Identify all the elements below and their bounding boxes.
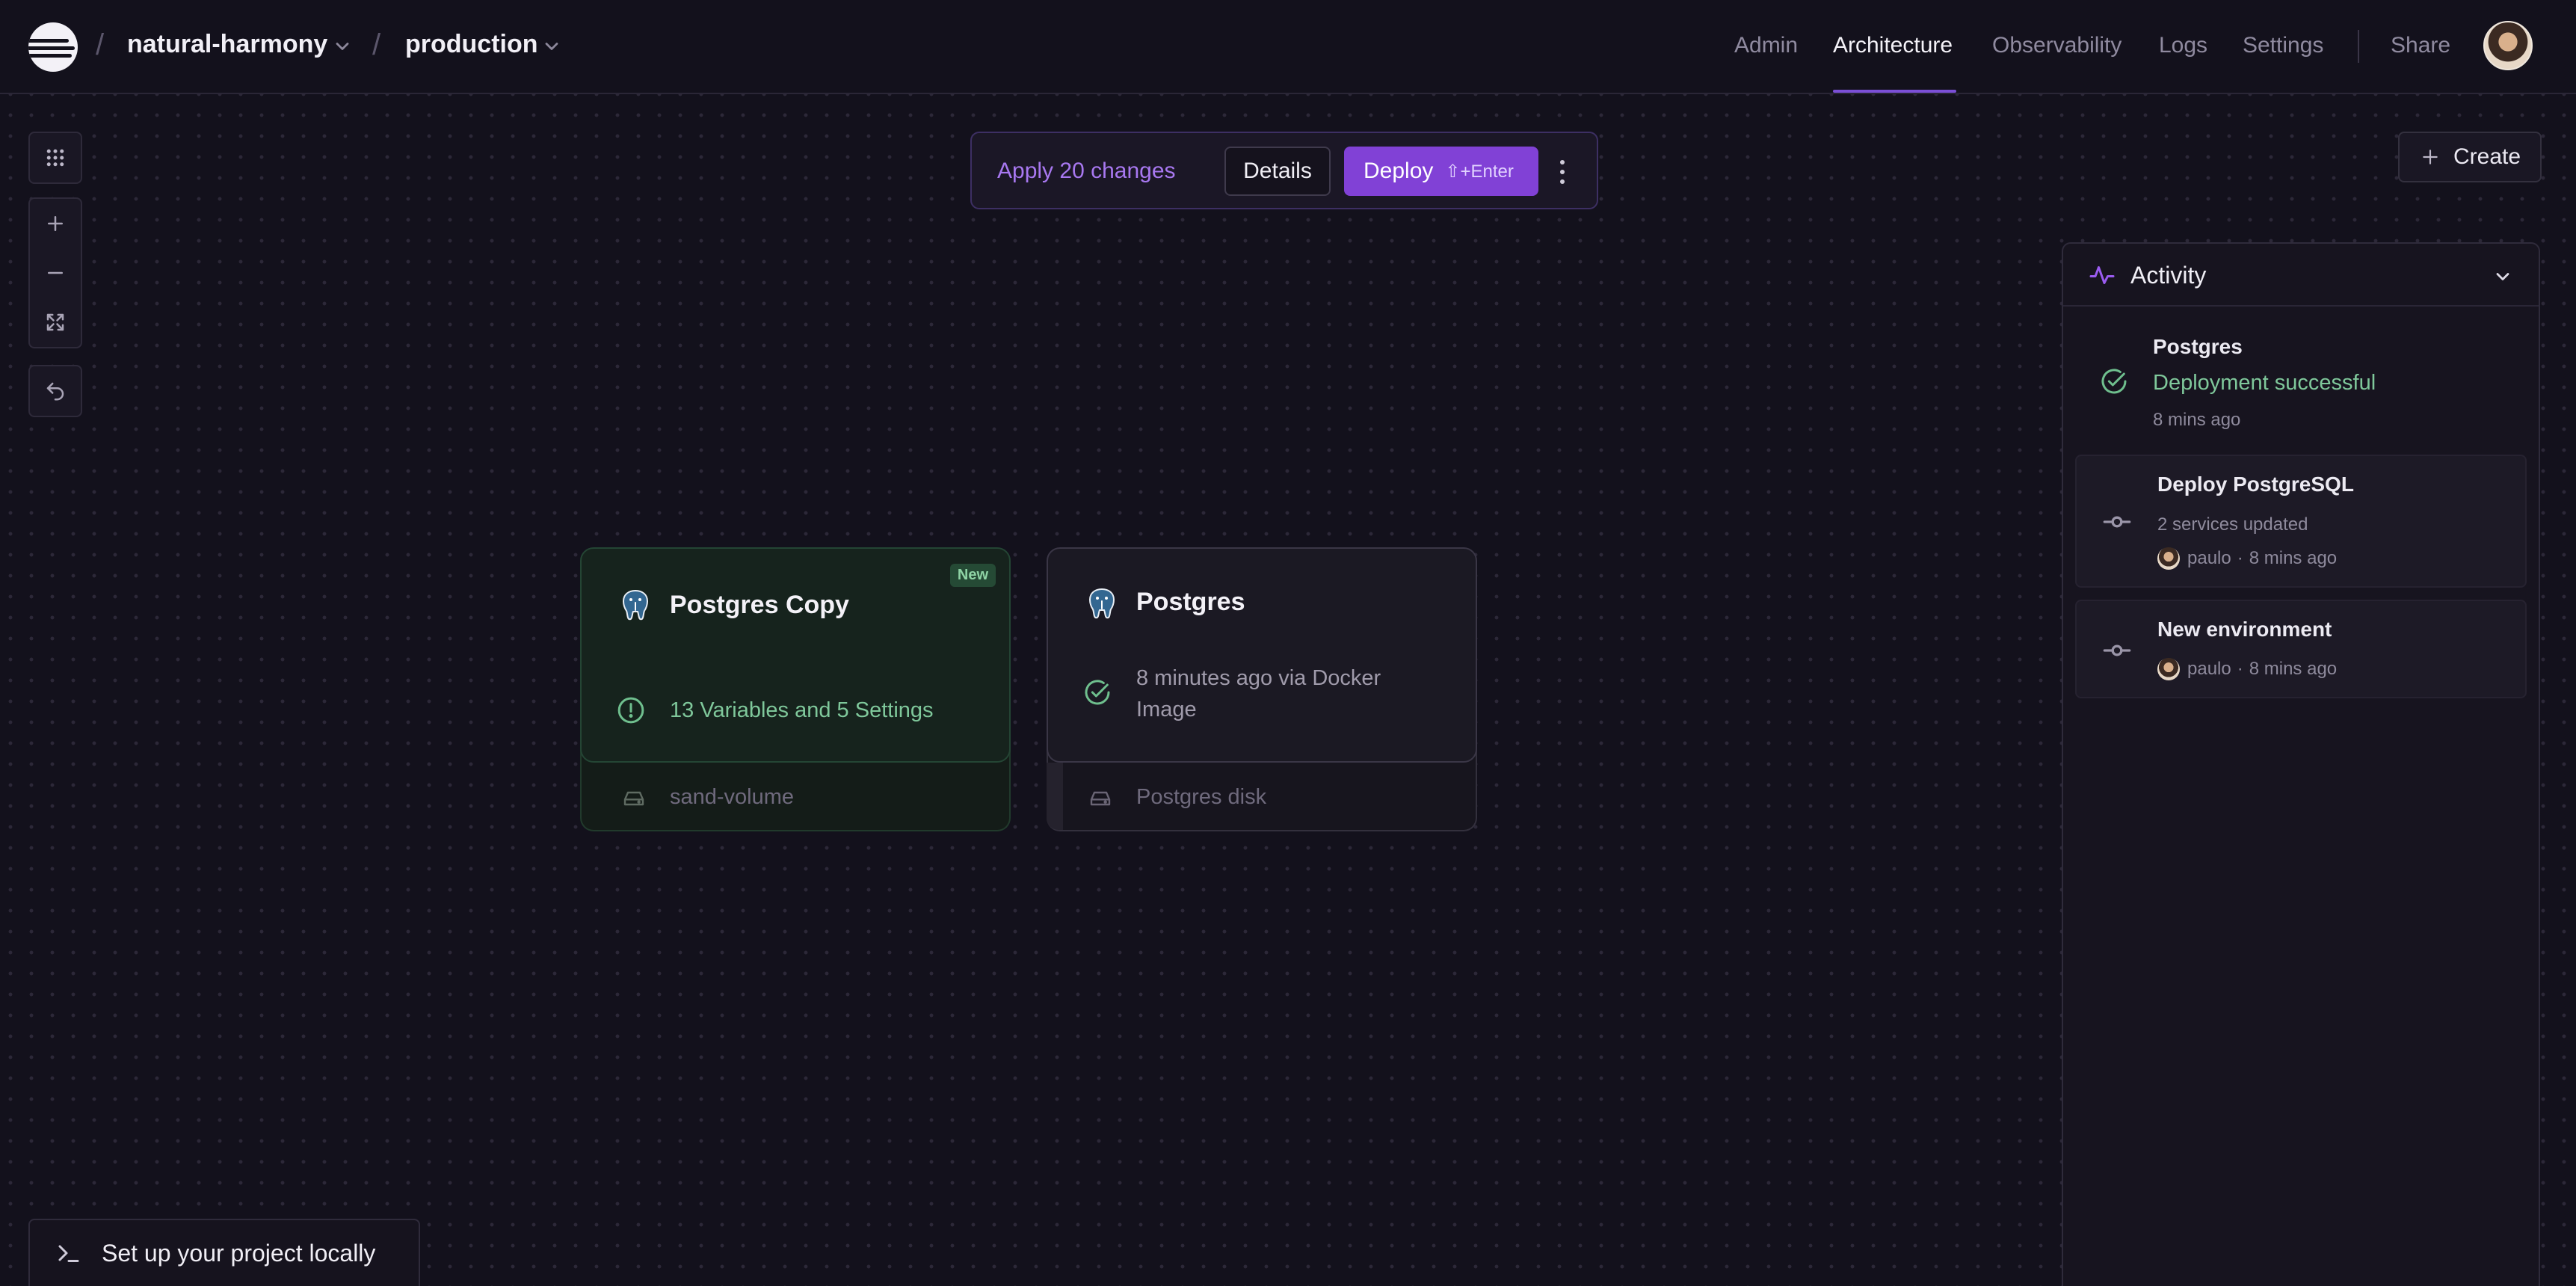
activity-item[interactable]: Deploy PostgreSQL 2 services updated pau… — [2075, 455, 2527, 588]
terminal-prompt-icon — [58, 1245, 79, 1262]
commit-icon — [2103, 516, 2131, 528]
setup-local-label: Set up your project locally — [102, 1240, 376, 1267]
service-card-body — [1047, 547, 1477, 763]
more-options-icon[interactable] — [1555, 156, 1570, 188]
activity-item[interactable]: Postgres Deployment successful 8 mins ag… — [2075, 319, 2527, 438]
pending-changes-text: 13 Variables and 5 Settings — [670, 698, 934, 722]
meta-separator: · — [2237, 548, 2243, 568]
fit-view-button[interactable] — [30, 298, 81, 347]
nav-observability[interactable]: Observability — [1992, 33, 2121, 58]
activity-item-meta: paulo · 8 mins ago — [2157, 658, 2337, 680]
activity-item-meta: paulo · 8 mins ago — [2157, 547, 2337, 570]
details-button[interactable]: Details — [1224, 147, 1331, 196]
apply-changes-bar: Apply 20 changes Details Deploy ⇧+Enter — [970, 132, 1598, 209]
activity-item-title: Postgres — [2153, 335, 2243, 358]
activity-time: 8 mins ago — [2249, 659, 2338, 679]
setup-local-button[interactable]: Set up your project locally — [28, 1219, 420, 1286]
breadcrumb-separator: / — [96, 28, 105, 61]
nav-logs[interactable]: Logs — [2159, 33, 2207, 58]
activity-user: paulo — [2187, 548, 2231, 568]
activity-time: 8 mins ago — [2249, 548, 2338, 568]
environment-name[interactable]: production — [405, 30, 538, 59]
alert-circle-icon — [617, 697, 644, 724]
deploy-button[interactable]: Deploy ⇧+Enter — [1344, 147, 1538, 196]
grid-dots-icon — [46, 149, 64, 167]
postgres-elephant-icon — [1088, 588, 1115, 619]
top-header: / natural-harmony / production Admin Arc… — [0, 0, 2576, 94]
deploy-shortcut-hint: ⇧+Enter — [1445, 161, 1514, 182]
service-title: Postgres Copy — [670, 591, 849, 619]
deploy-status-line1: 8 minutes ago via Docker — [1136, 666, 1381, 690]
disk-icon — [623, 791, 644, 806]
canvas-grid-toggle — [28, 132, 82, 184]
activity-item-subtitle: Deployment successful — [2153, 371, 2376, 395]
plus-icon — [48, 216, 63, 231]
activity-item-title: New environment — [2157, 618, 2332, 641]
deploy-status-line2: Image — [1136, 698, 1197, 722]
create-label: Create — [2453, 144, 2521, 169]
zoom-controls — [28, 197, 82, 348]
undo-icon — [46, 382, 64, 401]
new-badge: New — [949, 564, 996, 587]
undo-button[interactable] — [30, 366, 81, 416]
deploy-label: Deploy — [1364, 159, 1434, 183]
postgres-elephant-icon — [622, 589, 649, 621]
minus-icon — [48, 271, 63, 274]
disk-icon — [1090, 791, 1111, 806]
activity-panel: Activity Postgres Deployment successful … — [2062, 242, 2540, 1286]
user-avatar[interactable] — [2483, 21, 2533, 70]
volume-name: Postgres disk — [1136, 785, 1267, 809]
activity-user: paulo — [2187, 659, 2231, 679]
service-card-body — [580, 547, 1011, 763]
check-circle-icon — [2101, 369, 2127, 394]
check-circle-icon — [1085, 680, 1110, 705]
service-card-postgres-copy[interactable]: Postgres Copy New 13 Variables and 5 Set… — [580, 547, 1011, 831]
breadcrumb-separator: / — [372, 28, 381, 61]
history-controls — [28, 365, 82, 417]
chevron-down-icon[interactable] — [332, 36, 353, 57]
user-avatar — [2157, 658, 2180, 680]
share-button[interactable]: Share — [2391, 33, 2450, 58]
volume-name: sand-volume — [670, 785, 795, 809]
apply-changes-text: Apply 20 changes — [997, 159, 1176, 183]
service-card-postgres[interactable]: Postgres 8 minutes ago via Docker Image … — [1047, 547, 1477, 831]
activity-header[interactable]: Activity — [2063, 244, 2539, 307]
nav-architecture[interactable]: Architecture — [1833, 33, 1953, 58]
meta-separator: · — [2237, 659, 2243, 679]
nav-settings[interactable]: Settings — [2243, 33, 2323, 58]
service-title: Postgres — [1136, 588, 1245, 616]
activity-pulse-icon — [2089, 266, 2115, 284]
plus-icon — [2423, 150, 2438, 164]
nav-admin[interactable]: Admin — [1734, 33, 1798, 58]
fit-view-icon — [46, 313, 64, 331]
zoom-out-button[interactable] — [30, 248, 81, 298]
chevron-down-icon[interactable] — [541, 36, 562, 57]
activity-item-subtitle: 2 services updated — [2157, 514, 2308, 535]
project-name[interactable]: natural-harmony — [127, 30, 327, 59]
grid-button[interactable] — [30, 133, 81, 182]
railway-logo-icon[interactable] — [28, 22, 78, 72]
active-tab-indicator — [1833, 90, 1956, 93]
activity-title: Activity — [2130, 262, 2207, 289]
activity-item-time: 8 mins ago — [2153, 410, 2241, 430]
nav-divider — [2358, 30, 2359, 63]
volume-stripe — [1047, 763, 1063, 830]
create-button[interactable]: Create — [2398, 132, 2542, 182]
user-avatar — [2157, 547, 2180, 570]
activity-item-title: Deploy PostgreSQL — [2157, 473, 2354, 496]
activity-item[interactable]: New environment paulo · 8 mins ago — [2075, 600, 2527, 698]
chevron-down-icon[interactable] — [2492, 266, 2513, 287]
commit-icon — [2103, 644, 2131, 656]
zoom-in-button[interactable] — [30, 199, 81, 248]
